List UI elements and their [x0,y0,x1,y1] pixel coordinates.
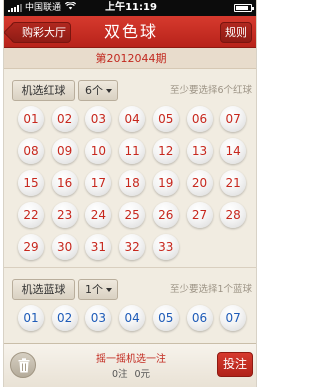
red-ball-20[interactable]: 20 [186,170,213,196]
blue-ball-07[interactable]: 07 [220,305,247,331]
chevron-down-icon [106,89,112,93]
blue-count-value: 1个 [85,283,103,296]
red-ball-05[interactable]: 05 [152,106,179,132]
red-ball-31[interactable]: 31 [85,234,112,260]
red-ball-17[interactable]: 17 [85,170,112,196]
battery-icon [234,4,254,12]
red-ball-01[interactable]: 01 [18,106,44,132]
random-red-button[interactable]: 机选红球 [12,80,75,101]
red-ball-04[interactable]: 04 [119,106,146,132]
red-ball-03[interactable]: 03 [85,106,112,132]
red-ball-11[interactable]: 11 [119,138,146,164]
blue-ball-01[interactable]: 01 [18,305,44,331]
red-ball-09[interactable]: 09 [51,138,78,164]
issue-number: 第2012044期 [4,48,256,69]
red-ball-28[interactable]: 28 [220,202,247,228]
red-ball-controls: 机选红球 6个 至少要选择6个红球 [4,78,256,104]
red-ball-30[interactable]: 30 [51,234,78,260]
red-count-value: 6个 [85,84,103,97]
random-blue-button[interactable]: 机选蓝球 [12,279,75,300]
red-ball-22[interactable]: 22 [18,202,44,228]
blue-ball-04[interactable]: 04 [119,305,146,331]
place-bet-button[interactable]: 投注 [217,352,253,377]
nav-header: 购彩大厅 双色球 规则 [4,16,256,48]
blue-ball-05[interactable]: 05 [152,305,179,331]
red-hint: 至少要选择6个红球 [169,85,252,96]
section-divider [4,267,256,268]
blue-ball-controls: 机选蓝球 1个 至少要选择1个蓝球 [4,277,256,303]
blue-ball-03[interactable]: 03 [85,305,112,331]
red-ball-15[interactable]: 15 [18,170,44,196]
red-ball-32[interactable]: 32 [119,234,146,260]
red-ball-16[interactable]: 16 [51,170,78,196]
clock-time: 上午11:19 [105,2,157,13]
red-ball-27[interactable]: 27 [186,202,213,228]
red-ball-29[interactable]: 29 [18,234,44,260]
red-ball-02[interactable]: 02 [51,106,78,132]
red-ball-13[interactable]: 13 [186,138,213,164]
chevron-down-icon [106,288,112,292]
red-ball-21[interactable]: 21 [220,170,247,196]
red-ball-19[interactable]: 19 [152,170,179,196]
blue-ball-02[interactable]: 02 [51,305,78,331]
status-bar: 中国联通 上午11:19 [4,0,256,16]
red-ball-06[interactable]: 06 [186,106,213,132]
red-ball-26[interactable]: 26 [152,202,179,228]
red-count-select[interactable]: 6个 [78,80,118,101]
rules-button[interactable]: 规则 [220,22,252,43]
red-ball-18[interactable]: 18 [119,170,146,196]
red-ball-14[interactable]: 14 [220,138,247,164]
red-ball-08[interactable]: 08 [18,138,44,164]
red-ball-24[interactable]: 24 [85,202,112,228]
phone-screen: 中国联通 上午11:19 购彩大厅 双色球 规则 第2012044期 机选红球 … [3,0,257,387]
red-ball-07[interactable]: 07 [220,106,247,132]
red-ball-33[interactable]: 33 [152,234,179,260]
blue-count-select[interactable]: 1个 [78,279,118,300]
bottom-bar: 摇一摇机选一注 0注 0元 投注 [4,343,256,387]
battery-fill [236,6,248,10]
blue-hint: 至少要选择1个蓝球 [169,284,252,295]
blue-ball-06[interactable]: 06 [186,305,213,331]
red-ball-25[interactable]: 25 [119,202,146,228]
red-ball-23[interactable]: 23 [51,202,78,228]
red-ball-10[interactable]: 10 [85,138,112,164]
bet-count: 0注 [111,369,128,380]
red-ball-12[interactable]: 12 [152,138,179,164]
bet-amount: 0元 [134,369,151,380]
